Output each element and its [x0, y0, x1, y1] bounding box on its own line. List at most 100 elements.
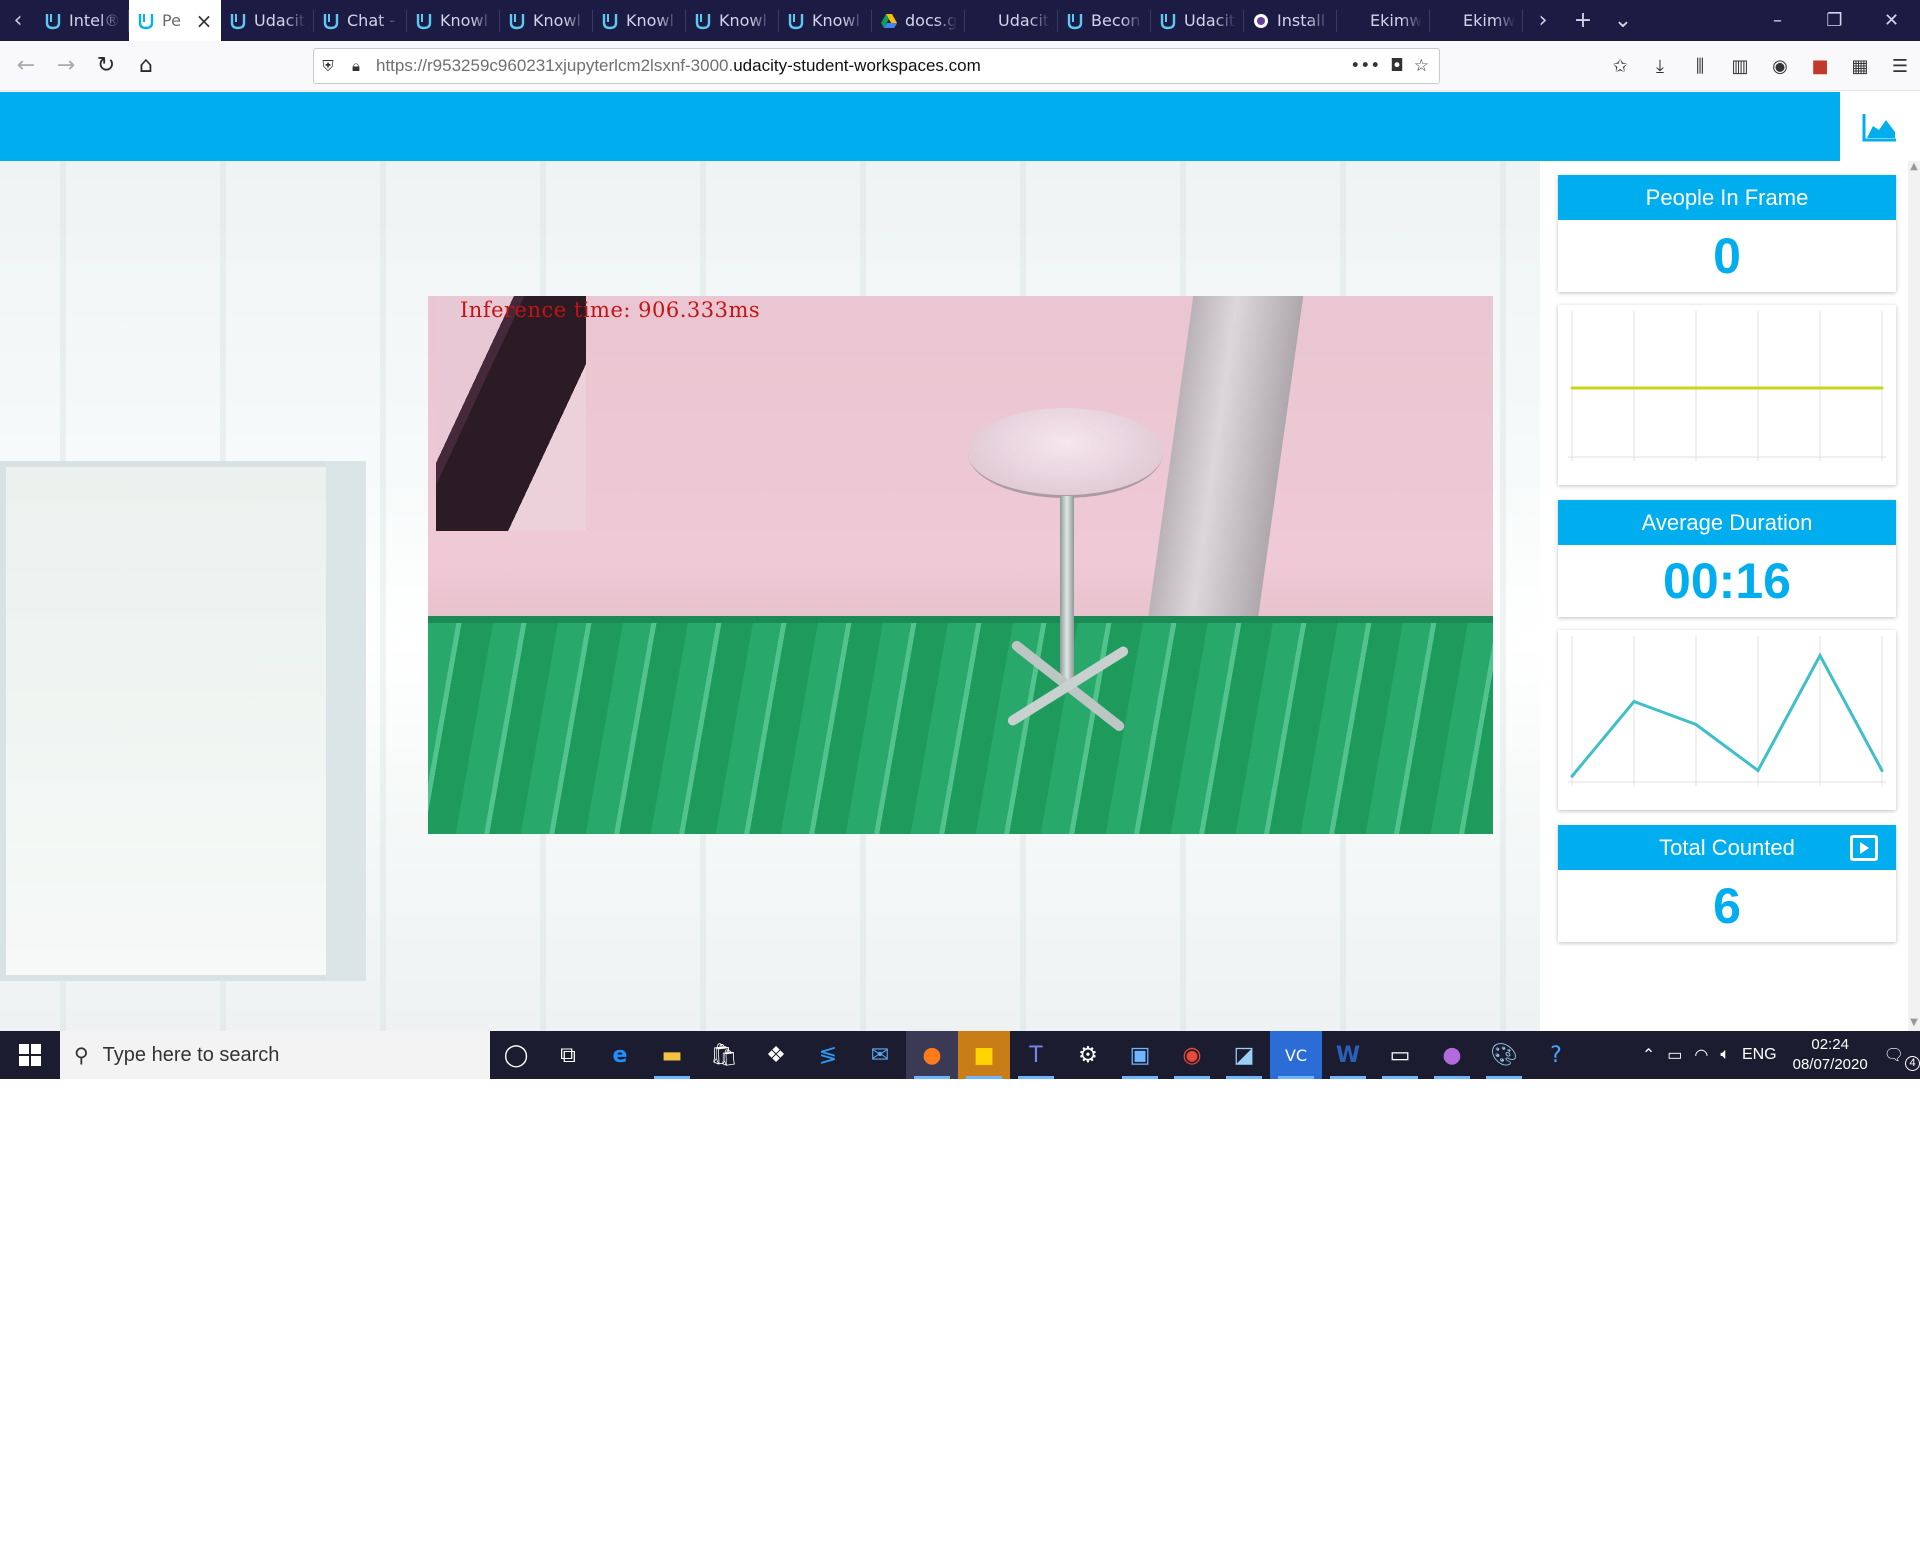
- browser-tab[interactable]: Becon: [1058, 0, 1151, 41]
- library-icon[interactable]: ⫼: [1680, 56, 1720, 77]
- battery-icon[interactable]: ▭: [1661, 1045, 1688, 1065]
- url-text[interactable]: https://r953259c960231xjupyterlcm2lsxnf-…: [370, 56, 1350, 76]
- start-button[interactable]: [0, 1031, 60, 1079]
- page-actions: ••• ◘ ☆: [1350, 56, 1439, 76]
- forward-icon[interactable]: →: [46, 46, 86, 86]
- browser-tab[interactable]: Knowl: [500, 0, 593, 41]
- browser-tab[interactable]: Pe ×: [129, 0, 221, 41]
- firefox-icon[interactable]: ●: [906, 1031, 958, 1079]
- tabs-scroll-right-icon[interactable]: ›: [1523, 8, 1563, 33]
- page-actions-menu-icon[interactable]: •••: [1350, 56, 1380, 76]
- notifications-icon[interactable]: 🗨︎ 4: [1878, 1045, 1920, 1071]
- tracking-shield-icon[interactable]: ⛨: [314, 57, 342, 75]
- language-indicator[interactable]: ENG: [1736, 1046, 1783, 1064]
- browser-tab[interactable]: Udacit: [1151, 0, 1244, 41]
- hamburger-menu-icon[interactable]: ☰: [1880, 56, 1920, 77]
- extensions-grid-icon[interactable]: ▦: [1840, 56, 1880, 77]
- scroll-down-icon[interactable]: ▼: [1908, 1017, 1920, 1031]
- browser-tab-label: Ekimw: [1370, 11, 1422, 30]
- browser-tab[interactable]: Knowl: [779, 0, 872, 41]
- window-controls: – ❐ ✕: [1749, 0, 1920, 41]
- browser-tab[interactable]: Ekimw: [1430, 0, 1523, 41]
- tabs-scroll-left-icon[interactable]: ‹: [0, 0, 36, 41]
- teams-icon[interactable]: T: [1010, 1031, 1062, 1079]
- minimize-icon[interactable]: –: [1749, 10, 1806, 31]
- close-tab-icon[interactable]: ×: [195, 9, 213, 33]
- address-bar[interactable]: ⛨ 🔒︎ https://r953259c960231xjupyterlcm2l…: [313, 48, 1440, 84]
- github-desktop-icon[interactable]: ●: [1426, 1031, 1478, 1079]
- data-point: [1694, 386, 1698, 390]
- clock[interactable]: 02:24 08/07/2020: [1783, 1035, 1878, 1075]
- browser-tab-label: Udacit: [254, 11, 306, 30]
- help-icon[interactable]: ?: [1530, 1031, 1582, 1079]
- udacity-icon: [1066, 12, 1084, 30]
- file-explorer-icon[interactable]: ▬: [646, 1031, 698, 1079]
- bookmark-star-icon[interactable]: ☆: [1414, 56, 1429, 76]
- blank-favicon-icon: [973, 12, 991, 30]
- browser-tab-label: Udacit: [1184, 11, 1236, 30]
- people-in-frame-card: People In Frame 0: [1558, 175, 1896, 292]
- screen: ‹ Intel® Pe × Udacit Chat - Knowl Knowl Knowl Kn…: [0, 0, 1920, 1544]
- home-icon[interactable]: ⌂: [126, 46, 166, 86]
- settings-gear-icon[interactable]: ⚙: [1062, 1031, 1114, 1079]
- data-point: [1632, 386, 1636, 390]
- dropbox-icon[interactable]: ❖: [750, 1031, 802, 1079]
- navigation-bar: ← → ↻ ⌂ ⛨ 🔒︎ https://r953259c960231xjupy…: [0, 41, 1920, 91]
- browser-tab[interactable]: docs.g: [872, 0, 965, 41]
- taskbar-apps: ◯ ⧉ e ▬ 🛍︎ ❖ ≶ ✉ ● ■ T ⚙ ▣ ◉ ◪ VC W ▭ ● …: [490, 1031, 1582, 1079]
- paint-icon[interactable]: 🎨︎: [1478, 1031, 1530, 1079]
- browser-tab-label: Udacity Na: [998, 11, 1050, 30]
- browser-tab[interactable]: Udacit: [221, 0, 314, 41]
- notepad-icon[interactable]: ◪: [1218, 1031, 1270, 1079]
- sticky-notes-icon[interactable]: ■: [958, 1031, 1010, 1079]
- mail-icon[interactable]: ✉: [854, 1031, 906, 1079]
- volume-icon[interactable]: 🔈︎: [1714, 1046, 1736, 1064]
- browser-tab-label: Knowl: [440, 11, 488, 30]
- lock-icon[interactable]: 🔒︎: [342, 57, 370, 75]
- browser-tab[interactable]: Knowl: [407, 0, 500, 41]
- browser-tab[interactable]: Chat -: [314, 0, 407, 41]
- browser-tab[interactable]: Install: [1244, 0, 1337, 41]
- browser-tab[interactable]: Intel®: [36, 0, 129, 41]
- account-icon[interactable]: ◉: [1760, 56, 1800, 77]
- downloads-icon[interactable]: ⤓: [1640, 56, 1680, 77]
- restore-icon[interactable]: ❐: [1806, 10, 1863, 31]
- browser-tab[interactable]: Ekimw: [1337, 0, 1430, 41]
- store-icon[interactable]: 🛍︎: [698, 1031, 750, 1079]
- browser-tab[interactable]: Knowl: [593, 0, 686, 41]
- data-point: [1632, 700, 1636, 703]
- sidebar-icon[interactable]: ▥: [1720, 56, 1760, 77]
- udacity-icon: [137, 12, 155, 30]
- pocket-icon[interactable]: ◘: [1390, 56, 1403, 76]
- word-icon[interactable]: W: [1322, 1031, 1374, 1079]
- video-play-icon[interactable]: [1850, 835, 1878, 861]
- udacity-icon: [229, 12, 247, 30]
- bookmarks-star-icon[interactable]: ✩: [1600, 56, 1640, 77]
- edge-icon[interactable]: e: [594, 1031, 646, 1079]
- vnc-icon[interactable]: VC: [1270, 1031, 1322, 1079]
- udacity-icon: [508, 12, 526, 30]
- close-window-icon[interactable]: ✕: [1863, 10, 1920, 31]
- browser-tab[interactable]: Knowl: [686, 0, 779, 41]
- scroll-up-icon[interactable]: ▲: [1908, 161, 1920, 175]
- blank-favicon-icon: [1345, 12, 1363, 30]
- taskbar-search-box[interactable]: ⚲ Type here to search: [60, 1031, 490, 1079]
- cortana-icon[interactable]: ◯: [490, 1031, 542, 1079]
- page-scrollbar[interactable]: ▲ ▼: [1908, 161, 1920, 1031]
- stats-toggle-button[interactable]: [1840, 92, 1920, 161]
- browser-tab[interactable]: Udacity Na: [965, 0, 1058, 41]
- show-hidden-icons-icon[interactable]: ⌃: [1636, 1045, 1661, 1065]
- terminal-icon[interactable]: ▭: [1374, 1031, 1426, 1079]
- back-icon[interactable]: ←: [6, 46, 46, 86]
- reload-icon[interactable]: ↻: [86, 46, 126, 86]
- task-view-icon[interactable]: ⧉: [542, 1031, 594, 1079]
- wifi-icon[interactable]: ◠: [1688, 1045, 1714, 1065]
- chrome-icon[interactable]: ◉: [1166, 1031, 1218, 1079]
- extension-icon[interactable]: ■: [1800, 56, 1840, 77]
- browser-tab-label: Knowl: [812, 11, 860, 30]
- data-point: [1818, 386, 1822, 390]
- control-panel-icon[interactable]: ▣: [1114, 1031, 1166, 1079]
- list-all-tabs-icon[interactable]: ⌄: [1603, 8, 1643, 33]
- vscode-icon[interactable]: ≶: [802, 1031, 854, 1079]
- new-tab-icon[interactable]: +: [1563, 8, 1603, 33]
